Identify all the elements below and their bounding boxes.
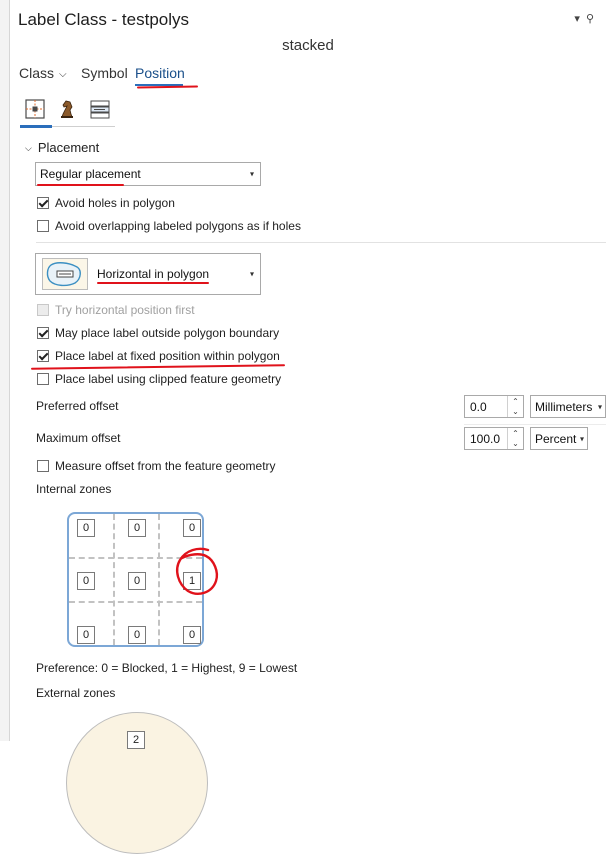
external-zones-label: External zones [36,686,116,700]
horizontal-in-polygon-icon [42,258,88,290]
checkbox-checked[interactable] [37,327,49,339]
spin-up-icon[interactable]: ⌃ [512,429,519,439]
label-stack-icon[interactable] [86,96,114,122]
try-horizontal-checkbox[interactable]: Try horizontal position first [37,303,195,317]
checkbox-checked[interactable] [37,197,49,209]
checkbox-unchecked[interactable] [37,220,49,232]
row-divider [464,424,606,425]
spinner[interactable]: ⌃ ⌄ [507,396,523,417]
avoid-overlap-checkbox[interactable]: Avoid overlapping labeled polygons as if… [37,219,301,233]
internal-zones-label: Internal zones [36,482,112,496]
zone-bottom-center[interactable]: 0 [128,626,146,644]
polygon-placement-select[interactable]: Horizontal in polygon ▾ [35,253,261,295]
zone-middle-left[interactable]: 0 [77,572,95,590]
maximum-offset-unit-select[interactable]: Percent ▾ [530,427,588,450]
pane-menu-icon[interactable]: ▾ [574,13,586,25]
zone-bottom-left[interactable]: 0 [77,626,95,644]
label-class-name: stacked [282,37,334,54]
zone-top-center[interactable]: 0 [128,519,146,537]
checkbox-unchecked[interactable] [37,460,49,472]
fixed-position-checkbox[interactable]: Place label at fixed position within pol… [37,349,280,363]
checkbox-checked[interactable] [37,350,49,362]
left-panel-edge [0,0,10,741]
dropdown-arrow-icon: ▾ [579,434,584,443]
tab-class[interactable]: Class ⌵ [19,65,67,81]
external-zone-top[interactable]: 2 [127,731,145,749]
pane-controls: ▾⚲ [574,12,600,25]
placement-section-header[interactable]: ⌵ Placement [25,140,99,155]
section-divider [36,242,606,243]
avoid-holes-checkbox[interactable]: Avoid holes in polygon [37,196,175,210]
clipped-geometry-checkbox[interactable]: Place label using clipped feature geomet… [37,372,281,386]
maximum-offset-label: Maximum offset [36,431,121,445]
annotation-underline-position [136,85,199,89]
maximum-offset-input[interactable]: 100.0 ⌃ ⌄ [464,427,524,450]
pin-icon[interactable]: ⚲ [586,13,600,25]
checkbox-unchecked[interactable] [37,373,49,385]
zone-center[interactable]: 0 [128,572,146,590]
collapse-chevron-icon: ⌵ [25,143,32,153]
checkbox-disabled [37,304,49,316]
zone-bottom-right[interactable]: 0 [183,626,201,644]
placement-select[interactable]: Regular placement ▾ [35,162,261,186]
may-place-outside-checkbox[interactable]: May place label outside polygon boundary [37,326,279,340]
preferred-offset-label: Preferred offset [36,399,119,413]
spin-down-icon[interactable]: ⌄ [512,407,519,417]
dropdown-arrow-icon: ▾ [249,269,254,279]
annotation-underline-regular-placement [37,184,124,186]
pane-title: Label Class - testpolys [18,10,190,29]
chess-knight-icon[interactable] [53,96,81,122]
preference-legend: Preference: 0 = Blocked, 1 = Highest, 9 … [36,661,298,675]
annotation-circle [176,547,219,595]
tab-symbol[interactable]: Symbol [81,65,128,81]
tab-position[interactable]: Position [135,65,185,81]
dropdown-arrow-icon: ▾ [597,402,602,411]
measure-offset-checkbox[interactable]: Measure offset from the feature geometry [37,459,276,473]
preferred-offset-input[interactable]: 0.0 ⌃ ⌄ [464,395,524,418]
active-icon-tab-indicator [20,125,52,128]
spin-up-icon[interactable]: ⌃ [512,397,519,407]
preferred-offset-unit-select[interactable]: Millimeters ▾ [530,395,606,418]
position-placement-icon[interactable] [21,96,49,122]
dropdown-arrow-icon: ▾ [249,169,254,179]
zone-top-left[interactable]: 0 [77,519,95,537]
zone-top-right[interactable]: 0 [183,519,201,537]
annotation-underline-horizontal-in-polygon [97,282,209,284]
annotation-underline-fixed-position [30,364,286,370]
chevron-down-icon: ⌵ [59,69,67,80]
spinner[interactable]: ⌃ ⌄ [507,428,523,449]
spin-down-icon[interactable]: ⌄ [512,439,519,449]
